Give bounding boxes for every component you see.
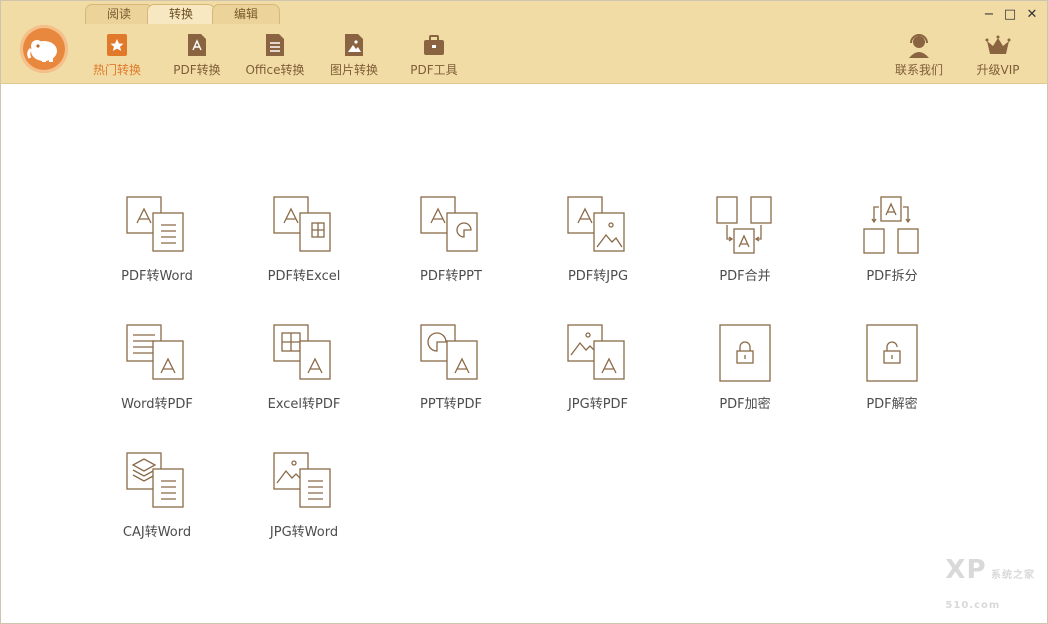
pdf-to-jpg-icon bbox=[567, 196, 625, 252]
pdf-to-excel-icon bbox=[273, 196, 331, 252]
card-pdf-to-word[interactable]: PDF转Word bbox=[87, 193, 227, 284]
tab-convert[interactable]: 转换 bbox=[147, 4, 215, 24]
card-pdf-merge[interactable]: PDF合并 bbox=[675, 193, 815, 284]
jpg-to-pdf-icon bbox=[567, 324, 625, 380]
maximize-button[interactable]: □ bbox=[1000, 7, 1020, 22]
image-icon bbox=[345, 34, 363, 56]
word-to-pdf-icon bbox=[126, 324, 184, 380]
star-icon bbox=[107, 34, 127, 56]
card-pdf-encrypt[interactable]: PDF加密 bbox=[675, 321, 815, 412]
pdf-split-icon bbox=[863, 196, 919, 254]
toolbar-pdf-convert[interactable]: PDF转换 bbox=[169, 31, 225, 77]
toolbar-image-convert[interactable]: 图片转换 bbox=[326, 31, 382, 77]
toolbar-hot-convert[interactable]: 热门转换 bbox=[89, 31, 145, 77]
title-bar: 阅读 转换 编辑 热门转换 PDF转换 Office转换 图片转换 PDF工具 … bbox=[1, 1, 1047, 84]
card-ppt-to-pdf[interactable]: PPT转PDF bbox=[381, 321, 521, 412]
pdf-doc-icon bbox=[188, 34, 206, 56]
card-pdf-to-ppt[interactable]: PDF转PPT bbox=[381, 193, 521, 284]
toolbar-pdf-tools[interactable]: PDF工具 bbox=[406, 31, 462, 77]
card-pdf-to-jpg[interactable]: PDF转JPG bbox=[528, 193, 668, 284]
card-label: PDF拆分 bbox=[866, 269, 918, 284]
minimize-button[interactable]: − bbox=[979, 7, 999, 22]
pdf-to-word-icon bbox=[126, 196, 184, 252]
card-label: PDF解密 bbox=[866, 397, 918, 412]
app-logo bbox=[20, 25, 68, 73]
card-label: PDF转PPT bbox=[420, 269, 482, 284]
card-pdf-split[interactable]: PDF拆分 bbox=[822, 193, 962, 284]
toolbar-office-convert[interactable]: Office转换 bbox=[245, 31, 305, 77]
tab-read[interactable]: 阅读 bbox=[85, 4, 153, 24]
office-doc-icon bbox=[266, 34, 284, 56]
card-label: PPT转PDF bbox=[420, 397, 482, 412]
pdf-to-ppt-icon bbox=[420, 196, 478, 252]
headset-icon bbox=[909, 34, 929, 58]
pdf-decrypt-icon bbox=[866, 324, 918, 382]
card-jpg-to-pdf[interactable]: JPG转PDF bbox=[528, 321, 668, 412]
card-label: Word转PDF bbox=[121, 397, 193, 412]
excel-to-pdf-icon bbox=[273, 324, 331, 380]
jpg-to-word-icon bbox=[273, 452, 331, 508]
card-excel-to-pdf[interactable]: Excel转PDF bbox=[234, 321, 374, 412]
contact-us-button[interactable]: 联系我们 bbox=[890, 31, 948, 77]
card-label: PDF合并 bbox=[719, 269, 771, 284]
toolbox-icon bbox=[424, 35, 444, 55]
card-label: PDF转Excel bbox=[267, 269, 341, 284]
crown-icon bbox=[985, 35, 1011, 54]
card-label: PDF转JPG bbox=[567, 269, 629, 284]
elephant-logo-icon bbox=[27, 40, 57, 62]
card-jpg-to-word[interactable]: JPG转Word bbox=[234, 449, 374, 540]
card-label: JPG转Word bbox=[269, 525, 339, 540]
card-label: PDF转Word bbox=[121, 269, 193, 284]
tab-edit[interactable]: 编辑 bbox=[212, 4, 280, 24]
card-label: CAJ转Word bbox=[122, 525, 192, 540]
pdf-merge-icon bbox=[716, 196, 772, 254]
card-label: JPG转PDF bbox=[567, 397, 629, 412]
card-caj-to-word[interactable]: CAJ转Word bbox=[87, 449, 227, 540]
app-window: 阅读 转换 编辑 热门转换 PDF转换 Office转换 图片转换 PDF工具 … bbox=[0, 0, 1048, 624]
card-word-to-pdf[interactable]: Word转PDF bbox=[87, 321, 227, 412]
pdf-encrypt-icon bbox=[719, 324, 771, 382]
ppt-to-pdf-icon bbox=[420, 324, 478, 380]
card-label: PDF加密 bbox=[719, 397, 771, 412]
close-button[interactable]: ✕ bbox=[1022, 7, 1042, 22]
card-pdf-to-excel[interactable]: PDF转Excel bbox=[234, 193, 374, 284]
upgrade-vip-button[interactable]: 升级VIP bbox=[970, 31, 1026, 77]
caj-to-word-icon bbox=[126, 452, 184, 508]
card-label: Excel转PDF bbox=[267, 397, 341, 412]
card-pdf-decrypt[interactable]: PDF解密 bbox=[822, 321, 962, 412]
watermark: XP 系统之家 510.com bbox=[945, 555, 1035, 611]
